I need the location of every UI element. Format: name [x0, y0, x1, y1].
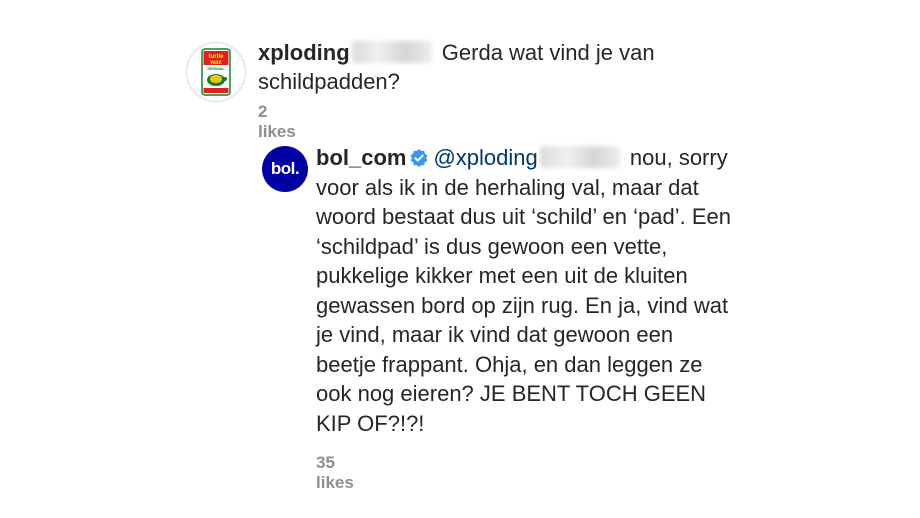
blurred-username-suffix: [351, 41, 432, 63]
reply-username[interactable]: bol_com: [316, 145, 406, 170]
turtle-wax-avatar[interactable]: turtle wax ORIGINAL: [186, 42, 246, 102]
bol-com-avatar[interactable]: bol.: [262, 146, 308, 192]
avatar-text-original: ORIGINAL: [207, 67, 225, 71]
comment-body: xploding Gerda wat vind je van schildpad…: [258, 38, 738, 96]
verified-badge-icon: [411, 149, 428, 167]
turtle-wax-logo-icon: turtle wax ORIGINAL: [201, 48, 231, 96]
reply-likes[interactable]: 35 likes: [316, 453, 354, 493]
comment-likes[interactable]: 2 likes: [258, 102, 296, 142]
reply-text: nou, sorry voor als ik in de herhaling v…: [316, 145, 731, 436]
reply-mention[interactable]: @xploding: [433, 145, 537, 170]
blurred-mention-suffix: [539, 146, 620, 168]
reply-body: bol_com @xploding nou, sorry voor als ik…: [316, 143, 736, 438]
comment-username[interactable]: xploding: [258, 40, 350, 65]
bol-logo-icon: bol.: [270, 159, 300, 178]
avatar-text-bottom: wax: [209, 60, 222, 66]
